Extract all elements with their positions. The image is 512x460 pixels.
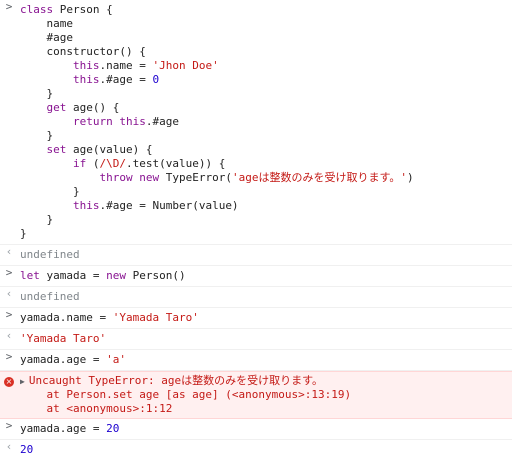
result-value: 'Yamada Taro' xyxy=(20,332,107,345)
console-input-entry[interactable]: > class Person { name #age constructor()… xyxy=(0,0,512,245)
input-prompt-icon: > xyxy=(5,0,13,13)
code-line: } xyxy=(20,185,80,198)
result-value: undefined xyxy=(20,248,80,261)
code-line: } xyxy=(20,227,27,240)
code-line: if (/\D/.test(value)) { xyxy=(20,157,226,170)
code-line: throw new TypeError('ageは整数のみを受け取ります。') xyxy=(20,171,414,184)
code-line: } xyxy=(20,129,54,142)
error-message[interactable]: ▶ Uncaught TypeError: ageは整数のみを受け取ります。 xyxy=(20,374,506,388)
code-line: return this.#age xyxy=(20,115,179,128)
result-arrow-icon: ‹ xyxy=(5,440,13,453)
code-line: yamada.age = 20 xyxy=(20,422,120,435)
code-line: } xyxy=(20,213,54,226)
input-prompt-icon: > xyxy=(5,266,13,279)
code-line: this.#age = Number(value) xyxy=(20,199,239,212)
code-line: class Person { xyxy=(20,3,113,16)
console-input-entry[interactable]: > yamada.age = 'a' xyxy=(0,350,512,371)
console-result-entry: ‹ 20 xyxy=(0,440,512,460)
console-input-entry[interactable]: > let yamada = new Person() xyxy=(0,266,512,287)
input-prompt-icon: > xyxy=(5,419,13,432)
console-input-entry[interactable]: > yamada.name = 'Yamada Taro' xyxy=(0,308,512,329)
console-result-entry: ‹ undefined xyxy=(0,287,512,308)
error-icon-wrap: × xyxy=(2,374,16,388)
console-result-entry: ‹ 'Yamada Taro' xyxy=(0,329,512,350)
console-input-entry[interactable]: > yamada.age = 20 xyxy=(0,419,512,440)
result-arrow-icon: ‹ xyxy=(5,329,13,342)
result-value: undefined xyxy=(20,290,80,303)
console-result-entry: ‹ undefined xyxy=(0,245,512,266)
stack-trace-line[interactable]: at Person.set age [as age] (<anonymous>:… xyxy=(20,388,506,402)
code-line: this.#age = 0 xyxy=(20,73,160,86)
keyword: class xyxy=(20,3,54,16)
code-block: class Person { name #age constructor() {… xyxy=(20,3,512,241)
code-line: name xyxy=(20,17,73,30)
code-line: yamada.age = 'a' xyxy=(20,353,126,366)
code-line: #age xyxy=(20,31,73,44)
code-line: let yamada = new Person() xyxy=(20,269,186,282)
code-line: yamada.name = 'Yamada Taro' xyxy=(20,311,199,324)
stack-trace-line[interactable]: at <anonymous>:1:12 xyxy=(20,402,506,416)
error-title: Uncaught TypeError: ageは整数のみを受け取ります。 xyxy=(28,374,324,387)
result-arrow-icon: ‹ xyxy=(5,287,13,300)
code-line: this.name = 'Jhon Doe' xyxy=(20,59,219,72)
expand-icon[interactable]: ▶ xyxy=(20,377,25,386)
result-arrow-icon: ‹ xyxy=(5,245,13,258)
error-icon: × xyxy=(4,377,14,387)
console-error-entry: × ▶ Uncaught TypeError: ageは整数のみを受け取ります。 … xyxy=(0,371,512,419)
code-line: get age() { xyxy=(20,101,120,114)
input-prompt-icon: > xyxy=(5,308,13,321)
input-prompt-icon: > xyxy=(5,350,13,363)
devtools-console: > class Person { name #age constructor()… xyxy=(0,0,512,456)
code-line: set age(value) { xyxy=(20,143,153,156)
code-line: constructor() { xyxy=(20,45,146,58)
code-line: } xyxy=(20,87,54,100)
